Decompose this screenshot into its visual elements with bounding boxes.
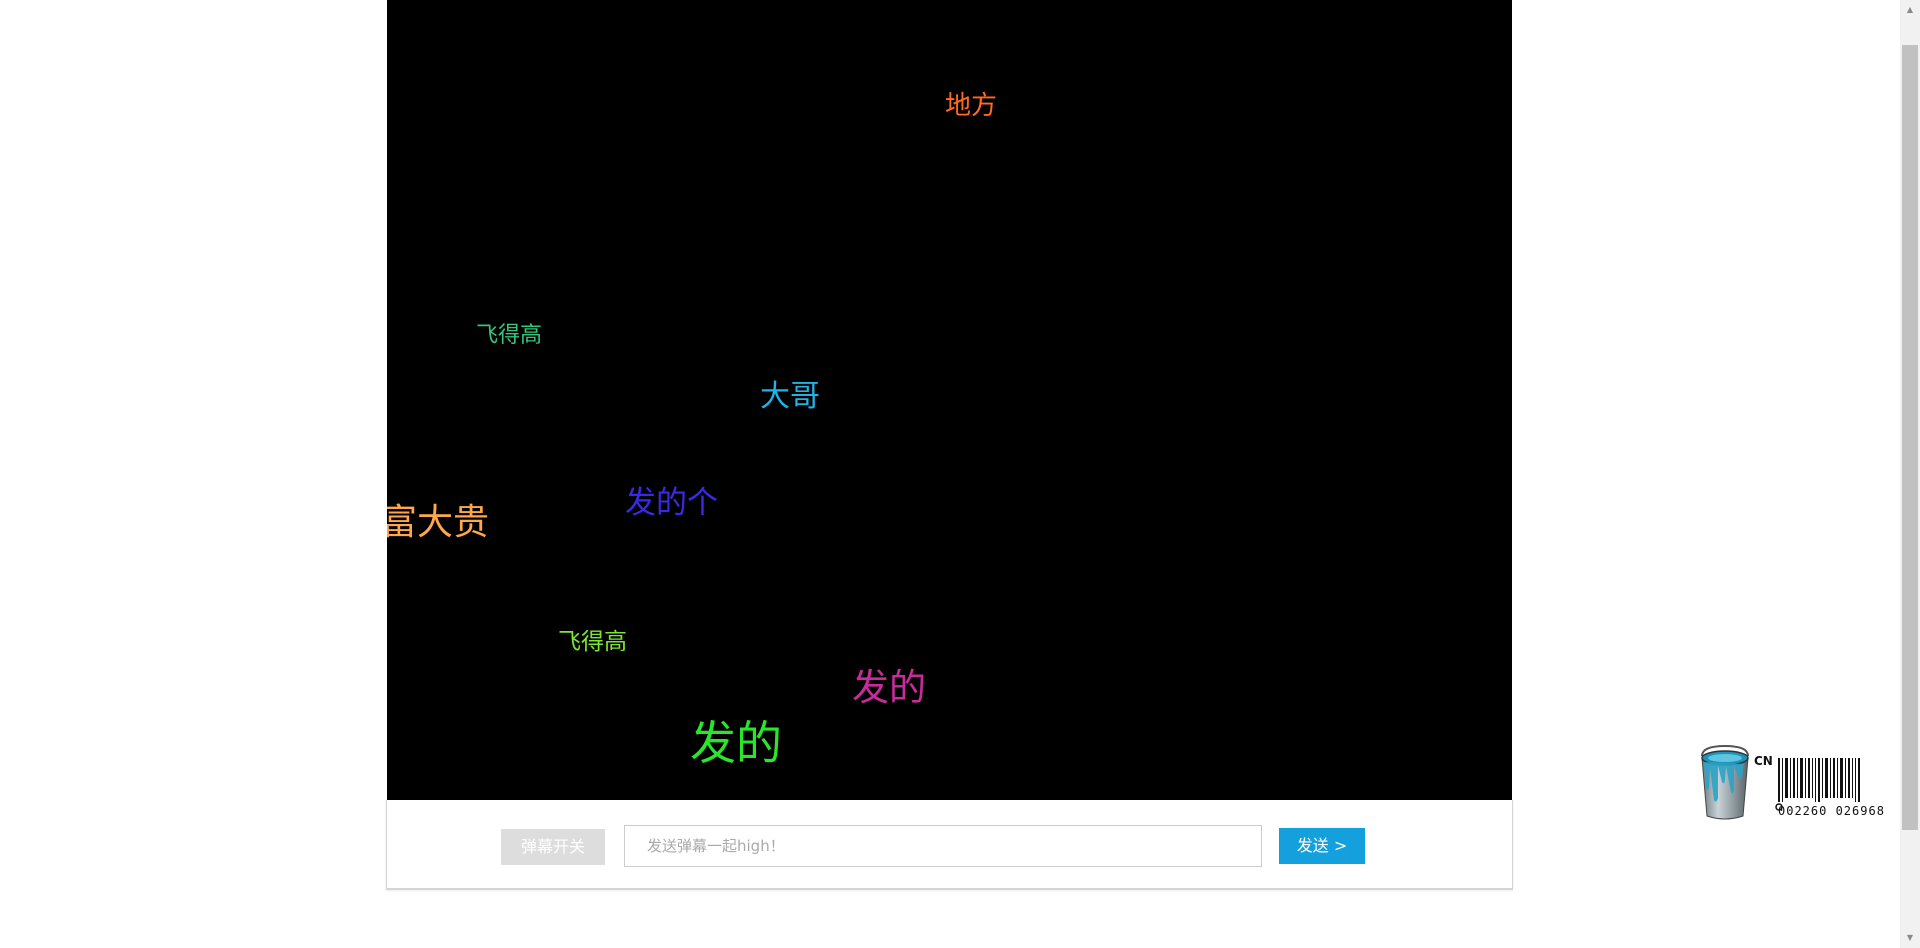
vertical-scrollbar[interactable]: ▲ ▼ [1900, 0, 1920, 948]
send-button[interactable]: 发送 > [1279, 828, 1365, 864]
bucket-barcode-widget[interactable]: CN 002260 026968 [1694, 742, 1894, 822]
danmaku-message: 飞得高 [558, 629, 627, 655]
paint-bucket-icon [1701, 744, 1749, 820]
danmaku-screen: 地方 飞得高 大哥 发的个 富大贵 飞得高 发的 发的 [387, 0, 1512, 800]
danmaku-message: 发的 [852, 666, 926, 709]
danmaku-message: 飞得高 [476, 323, 543, 348]
barcode-icon [1775, 758, 1860, 811]
danmaku-message: 发的 [690, 716, 782, 770]
scroll-up-arrow-icon[interactable]: ▲ [1900, 0, 1920, 20]
scrollbar-thumb[interactable] [1902, 45, 1918, 830]
danmaku-message: 大哥 [760, 379, 820, 414]
danmaku-toggle-button[interactable]: 弹幕开关 [501, 829, 605, 865]
danmaku-control-bar: 弹幕开关 发送 > [386, 800, 1513, 890]
danmaku-message: 地方 [945, 91, 998, 121]
danmaku-message: 富大贵 [387, 502, 490, 543]
barcode-number: 002260 026968 [1778, 804, 1885, 818]
scroll-down-arrow-icon[interactable]: ▼ [1900, 928, 1920, 948]
danmaku-message: 发的个 [625, 485, 718, 521]
danmaku-message-input[interactable] [624, 825, 1262, 867]
